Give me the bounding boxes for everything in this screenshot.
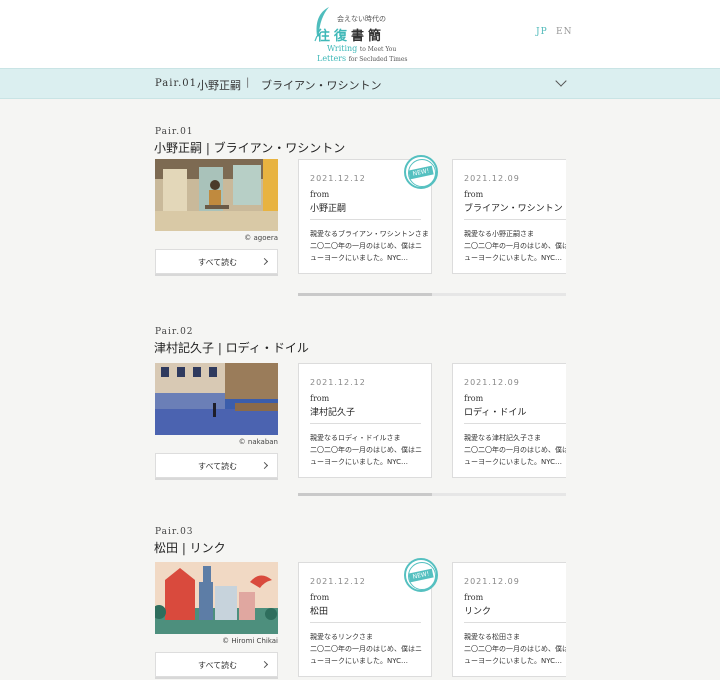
logo-subtitle: 会えない時代の [337,15,386,23]
letter-excerpt: 親愛なる松田さま 二〇二〇年の一月のはじめ、僕はニ ューヨークにいました。NYC… [464,633,566,665]
pair-selector-name-2: ブライアン・ワシントン [261,79,382,92]
letter-excerpt: 親愛なる小野正嗣さま 二〇二〇年の一月のはじめ、僕はニ ューヨークにいました。N… [464,230,566,262]
pair-illustration[interactable] [155,363,278,435]
read-all-label: すべて読む [198,462,238,471]
pair-title: 津村記久子 | ロディ・ドイル [154,341,309,355]
lang-en-link[interactable]: EN [556,27,572,37]
letter-excerpt: 親愛なるロディ・ドイルさま 二〇二〇年の一月のはじめ、僕はニ ューヨークにいまし… [310,434,422,466]
carousel-scrollbar[interactable] [298,293,566,296]
letter-sender: 津村記久子 [310,408,356,418]
pair-section: Pair.01 小野正嗣 | ブライアン・ワシントン © agoera すべて読… [0,127,720,327]
pair-title: 松田 | リンク [154,541,226,555]
pair-illustration[interactable] [155,159,278,231]
image-credit: © agoera [244,234,278,242]
letter-from-label: from [310,190,330,199]
pair-selector[interactable]: Pair.01 小野正嗣 | ブライアン・ワシントン [0,68,720,99]
divider [310,622,421,623]
logo-title: 往復書簡 [317,29,386,44]
pair-title: 小野正嗣 | ブライアン・ワシントン [154,141,346,155]
letter-card[interactable]: 2021.12.09 from ロディ・ドイル 親愛なる津村記久子さま 二〇二〇… [452,363,566,478]
scrollbar-thumb[interactable] [298,493,432,496]
divider [464,219,566,220]
letter-card[interactable]: 2021.12.12 from 津村記久子 親愛なるロディ・ドイルさま 二〇二〇… [298,363,432,478]
letter-carousel[interactable]: 2021.12.12 from 津村記久子 親愛なるロディ・ドイルさま 二〇二〇… [298,363,566,479]
letter-card[interactable]: 2021.12.09 from ブライアン・ワシントン 親愛なる小野正嗣さま 二… [452,159,566,274]
letter-sender: 松田 [310,607,329,617]
pair-section: Pair.02 津村記久子 | ロディ・ドイル © nakaban すべて読む … [0,327,720,527]
divider [310,423,421,424]
read-all-label: すべて読む [198,661,238,670]
pair-selector-separator: | [246,77,250,88]
letter-sender: 小野正嗣 [310,204,347,214]
chevron-down-icon[interactable] [555,75,567,87]
letter-date: 2021.12.12 [310,577,366,586]
letter-date: 2021.12.09 [464,174,520,183]
read-all-button[interactable]: すべて読む [155,453,278,478]
site-logo[interactable]: 会えない時代の 往復書簡 Writing to Meet You Letters… [307,4,411,64]
letter-excerpt: 親愛なるリンクさま 二〇二〇年の一月のはじめ、僕はニ ューヨークにいました。NY… [310,633,422,665]
letter-from-label: from [464,394,484,403]
new-badge: NEW! [404,155,438,189]
letter-card[interactable]: 2021.12.09 from リンク 親愛なる松田さま 二〇二〇年の一月のはじ… [452,562,566,677]
chevron-right-icon [260,461,269,470]
pair-number: Pair.01 [155,127,194,137]
letter-sender: リンク [464,607,492,617]
letter-excerpt: 親愛なる津村記久子さま 二〇二〇年の一月のはじめ、僕はニ ューヨークにいました。… [464,434,566,466]
image-credit: © nakaban [238,438,278,446]
read-all-button[interactable]: すべて読む [155,652,278,677]
logo-english-line-1: Writing to Meet You [327,44,397,53]
scrollbar-thumb[interactable] [298,293,432,296]
letter-from-label: from [464,593,484,602]
letter-sender: ロディ・ドイル [464,408,527,418]
pair-illustration[interactable] [155,562,278,634]
pair-number: Pair.03 [155,527,194,537]
letter-from-label: from [310,593,330,602]
read-all-label: すべて読む [198,258,238,267]
letter-excerpt: 親愛なるブライアン・ワシントンさま 二〇二〇年の一月のはじめ、僕はニ ューヨーク… [310,230,429,262]
chevron-right-icon [260,257,269,266]
divider [310,219,421,220]
lang-jp-link[interactable]: JP [536,27,548,37]
pair-number: Pair.02 [155,327,194,337]
letter-date: 2021.12.12 [310,378,366,387]
pair-selector-number: Pair.01 [155,78,198,89]
pair-section: Pair.03 松田 | リンク © Hiromi Chikai すべて読む 2… [0,527,720,680]
site-header: 会えない時代の 往復書簡 Writing to Meet You Letters… [0,0,720,68]
letter-from-label: from [464,190,484,199]
letter-date: 2021.12.12 [310,174,366,183]
letter-from-label: from [310,394,330,403]
divider [464,622,566,623]
new-badge: NEW! [404,558,438,592]
image-credit: © Hiromi Chikai [222,637,278,645]
letter-date: 2021.12.09 [464,577,520,586]
letter-sender: ブライアン・ワシントン [464,204,563,214]
pair-selector-name-1: 小野正嗣 [197,79,241,92]
carousel-scrollbar[interactable] [298,493,566,496]
divider [464,423,566,424]
chevron-right-icon [260,660,269,669]
read-all-button[interactable]: すべて読む [155,249,278,274]
letter-date: 2021.12.09 [464,378,520,387]
logo-english-line-2: Letters for Secluded Times [317,54,408,63]
